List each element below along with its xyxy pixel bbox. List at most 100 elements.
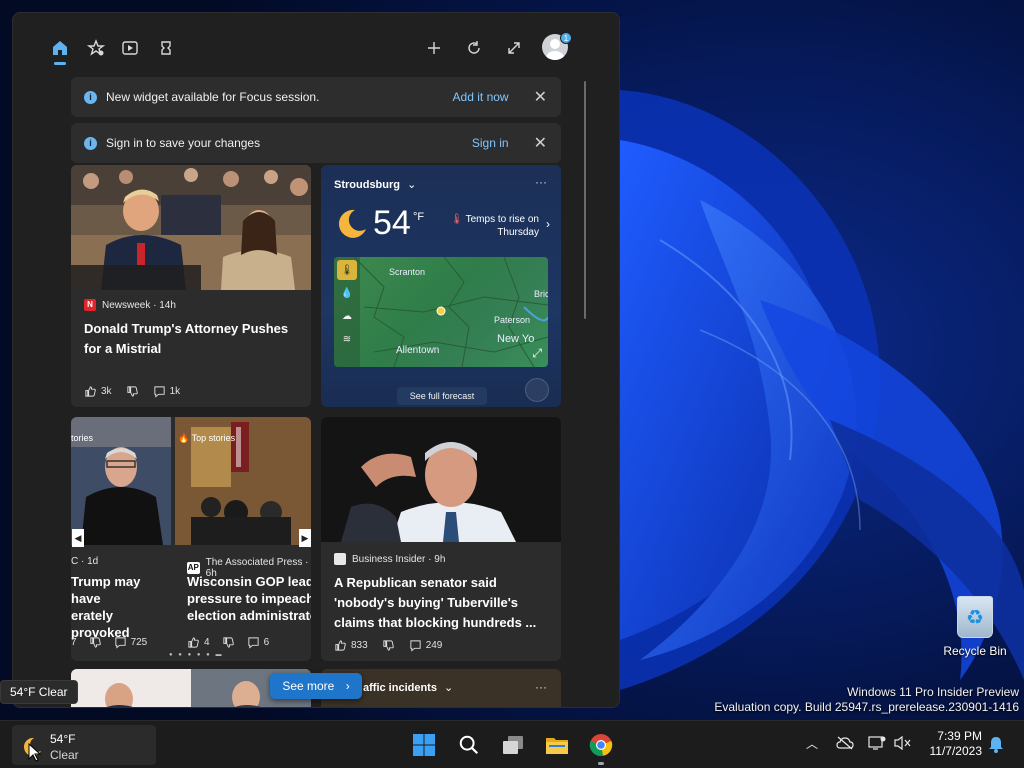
scrollbar[interactable] [584,81,586,319]
left-source: C · 1d [71,556,99,567]
chevron-right-icon: › [345,679,350,693]
add-it-now-link[interactable]: Add it now [453,90,509,104]
comment-count: 249 [425,640,443,651]
weather-map[interactable]: Scranton Bric Paterson New Yo Allentown … [334,257,548,367]
expand-icon[interactable] [499,33,529,63]
newsweek-logo: N [84,299,96,311]
games-tab-icon[interactable] [151,33,181,63]
volume-muted-icon[interactable] [894,735,912,751]
source-label: Business Insider · 9h [352,553,446,565]
thumbs-up-icon [188,637,199,648]
comment-button[interactable]: 249 [409,639,443,652]
map-label-allentown: Allentown [396,345,439,356]
refresh-icon[interactable] [459,33,489,63]
home-tab-icon[interactable] [45,33,75,65]
taskbar-condition: Clear [50,748,79,762]
comment-icon [114,637,126,649]
weather-card[interactable]: Stroudsburg ⌄ ··· 54 °F 🌡 Temps to rise … [321,165,561,407]
onedrive-icon[interactable] [836,735,854,751]
map-label-new-york: New Yo [497,333,534,345]
watermark-line1: Windows 11 Pro Insider Preview [847,685,1019,699]
close-icon[interactable]: ✕ [534,87,547,107]
comment-count: 6 [263,637,270,648]
article-source: Business Insider · 9h [334,553,445,565]
temperature-trend[interactable]: 🌡 Temps to rise on Thursday [450,213,539,239]
more-options-icon[interactable]: ··· [535,680,547,694]
article-headline[interactable]: A Republican senator said 'nobody's buyi… [334,573,554,633]
location-label: Stroudsburg [334,179,400,191]
source-label: Newsweek · 14h [102,299,176,311]
traffic-title[interactable]: affic incidents ⌄ [363,681,453,694]
network-icon[interactable] [868,735,886,751]
news-card-tuberville[interactable]: Business Insider · 9h A Republican senat… [321,417,561,661]
notice-message: New widget available for Focus session. [106,90,320,104]
like-count: 3k [101,386,112,397]
add-widget-icon[interactable] [419,33,449,63]
info-icon: i [84,90,97,104]
dislike-button[interactable] [382,639,395,652]
show-hidden-icons-icon[interactable]: ︿ [806,735,818,752]
top-stories-carousel[interactable]: tories 🔥 Top stories ◀ ▶ C · 1d Trump ma… [71,417,311,661]
thumbs-down-icon[interactable] [222,636,235,649]
traffic-label: affic incidents [363,682,437,694]
right-headline[interactable]: Wisconsin GOP leade pressure to impeach … [187,573,311,624]
like-button[interactable]: 3k [84,385,112,398]
recycle-bin-icon: ♻ [957,596,993,638]
precipitation-layer-icon[interactable]: 💧 [337,283,357,303]
system-clock[interactable]: 7:39 PM 11/7/2023 [922,729,983,759]
chrome-icon[interactable] [585,729,617,765]
like-count: 4 [204,637,210,648]
left-headline[interactable]: Trump may have erately provoked [71,573,171,641]
thumbs-up-icon [85,386,96,397]
thumbs-down-icon[interactable] [89,636,102,649]
news-card-trump[interactable]: N Newsweek · 14h Donald Trump's Attorney… [71,165,311,407]
chevron-down-icon: ⌄ [444,682,454,694]
weather-location[interactable]: Stroudsburg ⌄ [334,178,416,191]
widgets-panel: 1 i New widget available for Focus sessi… [12,12,620,708]
article-actions: 833 249 [334,639,442,652]
close-icon[interactable]: ✕ [534,133,547,153]
task-view-icon[interactable] [497,729,529,761]
recycle-bin[interactable]: ♻ Recycle Bin [940,596,1010,658]
left-actions: 7 725 [71,636,147,649]
article-actions: 3k 1k [84,385,180,398]
comment-button[interactable]: 6 [247,636,270,649]
temperature-layer-icon[interactable]: 🌡 [337,260,357,280]
comment-button[interactable]: 1k [153,385,180,398]
comment-button[interactable]: 725 [114,636,148,649]
search-icon[interactable] [453,729,485,761]
see-full-forecast-button[interactable]: See full forecast [397,387,487,405]
start-icon[interactable] [408,729,440,761]
cloud-layer-icon[interactable]: ☁ [337,306,357,326]
more-options-icon[interactable]: ··· [535,175,547,189]
trump-courtroom-photo [71,165,311,290]
favorites-tab-icon[interactable] [81,33,111,63]
see-more-button[interactable]: See more › [270,673,362,699]
like-button[interactable]: 4 [187,636,210,649]
profile-badge: 1 [560,32,572,44]
carousel-next-icon[interactable]: ▶ [299,529,311,547]
comment-count: 725 [130,637,148,648]
wind-layer-icon[interactable]: ≋ [337,329,357,349]
weather-mini-icon[interactable] [525,378,549,402]
notice-message: Sign in to save your changes [106,136,261,150]
carousel-prev-icon[interactable]: ◀ [72,529,84,547]
trend-line2: Thursday [497,227,539,238]
sign-in-link[interactable]: Sign in [472,136,509,150]
dislike-button[interactable] [126,385,139,398]
article-headline[interactable]: Donald Trump's Attorney Pushes for a Mis… [84,319,304,359]
expand-map-icon[interactable]: ⤢ [532,346,542,361]
notification-bell-icon[interactable] [988,736,1004,753]
thumbs-down-icon [383,640,394,651]
file-explorer-icon[interactable] [541,729,573,761]
like-button[interactable]: 833 [334,639,368,652]
taskbar-weather-button[interactable]: 54°F Clear [12,725,156,765]
carousel-dots[interactable]: ● ● ● ● ● ▬ [169,652,223,658]
business-insider-logo [334,553,346,565]
chevron-right-icon: › [546,217,550,231]
sign-in-notice: i Sign in to save your changes Sign in ✕ [71,123,561,163]
watermark-line2: Evaluation copy. Build 25947.rs_prerelea… [714,700,1019,714]
video-tab-icon[interactable] [115,33,145,63]
build-watermark: Windows 11 Pro Insider Preview Evaluatio… [714,685,1019,715]
right-headline-line1: Wisconsin GOP leade [187,574,311,589]
